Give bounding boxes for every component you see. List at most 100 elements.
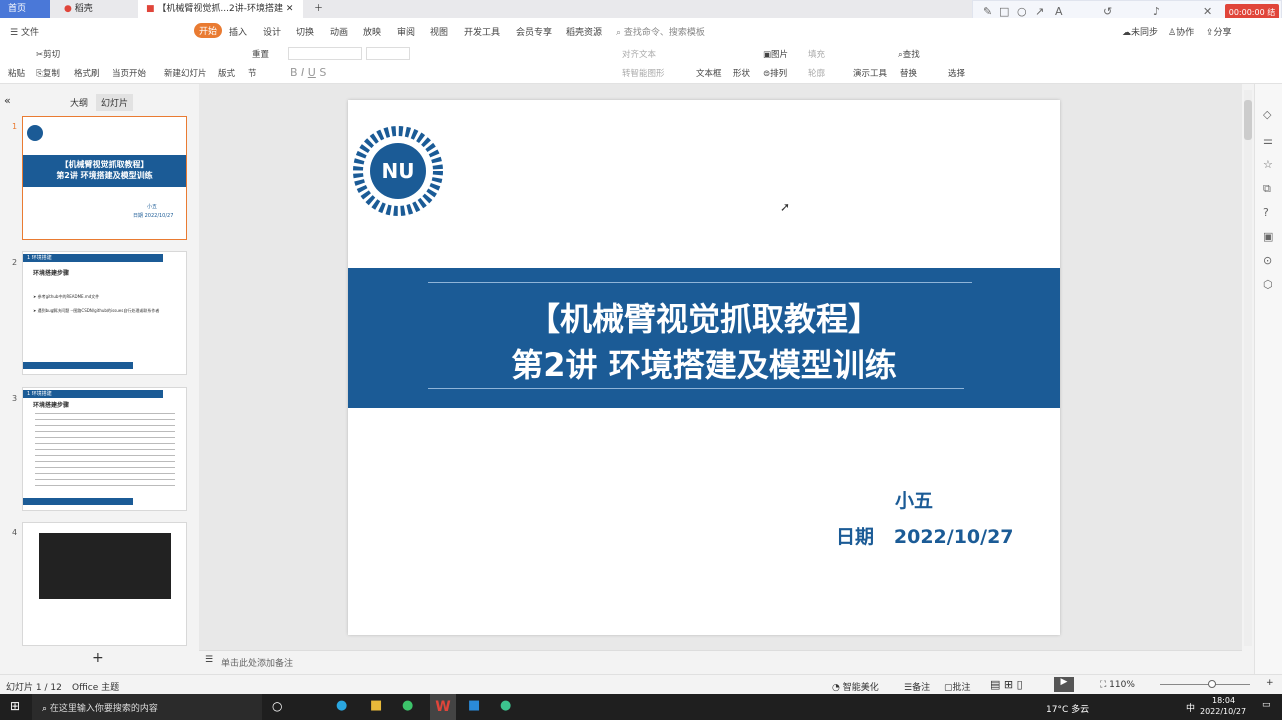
- cut-button[interactable]: ✂剪切: [36, 48, 60, 60]
- new-tab-button[interactable]: ＋: [306, 0, 323, 18]
- weather[interactable]: 17°C 多云: [1046, 702, 1089, 715]
- slide-thumbnail-3[interactable]: 1 环境搭建 环境搭建步骤: [22, 387, 187, 511]
- close-icon[interactable]: ✕: [286, 4, 294, 14]
- notes-button[interactable]: ☰备注: [904, 680, 930, 693]
- wps-icon[interactable]: W: [430, 694, 456, 720]
- circle-icon[interactable]: ○: [1017, 5, 1027, 18]
- slide-thumbnail-1[interactable]: 【机械臂视觉抓取教程】 第2讲 环境搭建及模型训练 小五 日期 2022/10/2…: [22, 116, 187, 240]
- app-icon[interactable]: ●: [500, 698, 511, 713]
- format-painter-button[interactable]: 格式刷: [74, 67, 100, 79]
- fill-button[interactable]: 填充: [808, 48, 825, 60]
- share-button[interactable]: ⇪分享: [1206, 25, 1232, 38]
- menu-review[interactable]: 审阅: [397, 25, 415, 38]
- collab-button[interactable]: ♙协作: [1168, 25, 1194, 38]
- reset-button[interactable]: 重置: [252, 48, 269, 60]
- replace-button[interactable]: 替换: [900, 67, 917, 79]
- view-buttons[interactable]: ▤ ⊞ ▯: [990, 678, 1023, 691]
- add-slide-button[interactable]: +: [92, 650, 104, 666]
- wechat-icon[interactable]: ●: [402, 698, 413, 713]
- shape-button[interactable]: 形状: [733, 67, 750, 79]
- vertical-scrollbar[interactable]: [1244, 90, 1252, 646]
- image-button[interactable]: ▣图片: [763, 48, 788, 60]
- clock-date[interactable]: 2022/10/27: [1200, 707, 1246, 716]
- pen-icon[interactable]: ✎: [983, 5, 992, 18]
- presenter-tools-button[interactable]: 演示工具: [853, 67, 887, 79]
- menu-file[interactable]: ☰ 文件: [10, 25, 39, 38]
- slide-title-line2[interactable]: 第2讲 环境搭建及模型训练: [348, 340, 1060, 386]
- menu-docer-resources[interactable]: 稻壳资源: [566, 25, 602, 38]
- taskbar-search[interactable]: ⌕ 在这里输入你要搜索的内容: [32, 694, 262, 720]
- slide-date[interactable]: 日期 2022/10/27: [836, 522, 1014, 549]
- arrange-button[interactable]: ⊜排列: [763, 67, 787, 79]
- star-icon[interactable]: ☆: [1263, 158, 1273, 171]
- ime-indicator[interactable]: 中: [1186, 701, 1195, 714]
- tab-home[interactable]: 首页: [0, 0, 50, 18]
- outline-button[interactable]: 轮廓: [808, 67, 825, 79]
- file-explorer-icon[interactable]: ■: [370, 698, 382, 713]
- menu-developer[interactable]: 开发工具: [464, 25, 500, 38]
- font-size-select[interactable]: [366, 47, 410, 60]
- zoom-in-button[interactable]: +: [1266, 678, 1274, 688]
- layout-button[interactable]: 版式: [218, 67, 235, 79]
- text-icon[interactable]: A: [1055, 5, 1063, 18]
- menu-member[interactable]: 会员专享: [516, 25, 552, 38]
- command-search[interactable]: ⌕ 查找命令、搜索模板: [616, 25, 705, 38]
- zoom-slider[interactable]: [1160, 680, 1250, 688]
- beautify-button[interactable]: ◔ 智能美化: [832, 680, 879, 693]
- close-icon[interactable]: ✕: [1203, 5, 1212, 18]
- menu-animation[interactable]: 动画: [330, 25, 348, 38]
- collapse-panel-icon[interactable]: «: [4, 94, 11, 107]
- slide-thumbnail-4[interactable]: [22, 522, 187, 646]
- tab-outline[interactable]: 大纲: [70, 96, 88, 109]
- slide-title-line1[interactable]: 【机械臂视觉抓取教程】: [348, 294, 1060, 340]
- find-button[interactable]: ⌕查找: [898, 48, 920, 60]
- shape-tool-icon[interactable]: ◇: [1263, 108, 1271, 121]
- section-button[interactable]: 节: [248, 67, 257, 79]
- menu-insert[interactable]: 插入: [229, 25, 247, 38]
- zoom-level[interactable]: ⛶ 110%: [1100, 680, 1135, 690]
- notification-icon[interactable]: ▭: [1262, 700, 1271, 710]
- menu-view[interactable]: 视图: [430, 25, 448, 38]
- sync-label: 未同步: [1131, 28, 1159, 38]
- help-icon[interactable]: ?: [1263, 206, 1269, 219]
- smart-art-button[interactable]: 转智能图形: [622, 67, 665, 79]
- menu-transition[interactable]: 切换: [296, 25, 314, 38]
- copy-button[interactable]: ⎘复制: [36, 67, 60, 79]
- slide-author[interactable]: 小五: [895, 486, 933, 513]
- cube-icon[interactable]: ⬡: [1263, 278, 1273, 291]
- tab-document[interactable]: ■ 【机械臂视觉抓...2讲-环境搭建 ✕: [138, 0, 303, 18]
- font-family-select[interactable]: [288, 47, 362, 60]
- menu-design[interactable]: 设计: [263, 25, 281, 38]
- cortana-icon[interactable]: ○: [272, 699, 282, 713]
- sync-button[interactable]: ☁未同步: [1122, 25, 1158, 38]
- rectangle-icon[interactable]: □: [999, 5, 1009, 18]
- tab-slides[interactable]: 幻灯片: [96, 94, 134, 111]
- location-icon[interactable]: ⊙: [1263, 254, 1272, 267]
- speaker-icon[interactable]: ♪: [1153, 5, 1160, 18]
- play-from-current-button[interactable]: 当页开始: [112, 67, 146, 79]
- slide-thumbnail-2[interactable]: 1 环境搭建 环境搭建步骤 ➤ 参考github中的README.md文件 ➤ …: [22, 251, 187, 375]
- tab-docer[interactable]: ● 稻壳: [56, 0, 132, 18]
- menu-slideshow[interactable]: 放映: [363, 25, 381, 38]
- image-icon[interactable]: ▣: [1263, 230, 1273, 243]
- notes-area[interactable]: ☰ 单击此处添加备注: [199, 650, 1242, 670]
- menu-home[interactable]: 开始: [194, 23, 223, 38]
- align-text-button[interactable]: 对齐文本: [622, 48, 656, 60]
- undo-icon[interactable]: ↺: [1103, 5, 1112, 18]
- windows-start-icon[interactable]: ⊞: [10, 699, 20, 713]
- paste-button[interactable]: 粘贴: [8, 67, 25, 79]
- play-button[interactable]: ▶: [1054, 677, 1074, 692]
- properties-icon[interactable]: ⚌: [1263, 134, 1273, 147]
- tab-label: 【机械臂视觉抓...2讲-环境搭建: [157, 4, 283, 14]
- edge-icon[interactable]: ●: [336, 698, 347, 713]
- arrow-icon[interactable]: ↗: [1035, 5, 1044, 18]
- current-slide[interactable]: NU 【机械臂视觉抓取教程】 第2讲 环境搭建及模型训练 小五 日期 2022/…: [348, 100, 1060, 635]
- bold-button[interactable]: B I U S: [290, 66, 326, 79]
- comments-button[interactable]: ▢批注: [944, 680, 971, 693]
- app-icon[interactable]: ■: [468, 698, 480, 713]
- clock-time[interactable]: 18:04: [1212, 696, 1235, 705]
- new-slide-button[interactable]: 新建幻灯片: [164, 67, 207, 79]
- slides-icon[interactable]: ⧉: [1263, 182, 1271, 196]
- select-button[interactable]: 选择: [948, 67, 965, 79]
- textbox-button[interactable]: 文本框: [696, 67, 722, 79]
